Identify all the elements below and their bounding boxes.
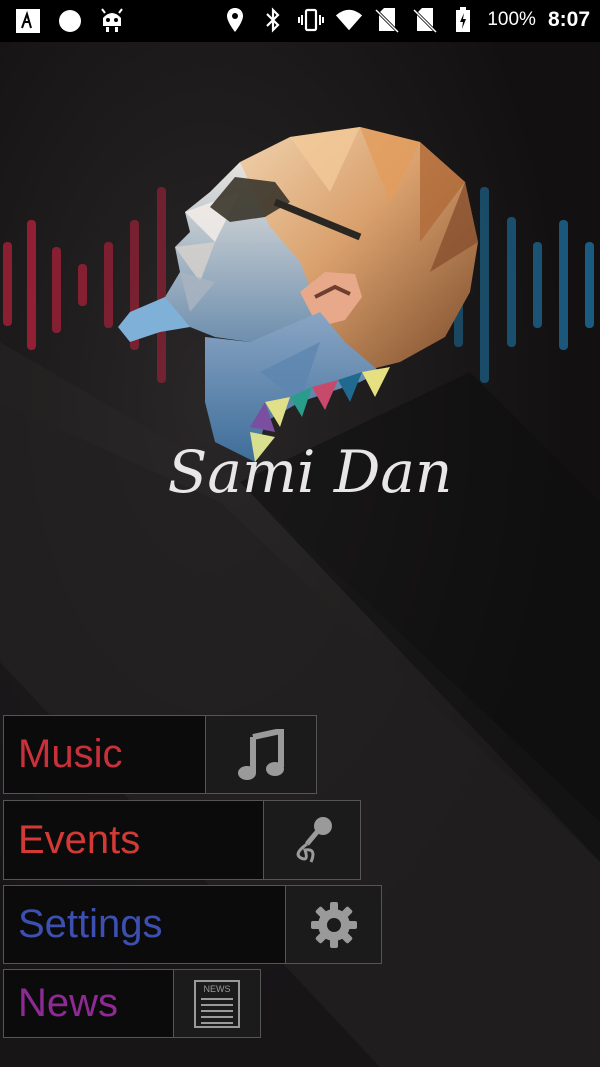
music-note-icon	[205, 715, 317, 794]
menu-item-label: News	[3, 969, 173, 1038]
menu-item-events[interactable]: Events	[3, 800, 361, 880]
gear-icon	[285, 885, 382, 964]
vibrate-icon	[297, 6, 325, 34]
menu-item-settings[interactable]: Settings	[3, 885, 382, 964]
menu-item-music[interactable]: Music	[3, 715, 317, 794]
newspaper-icon: NEWS	[173, 969, 261, 1038]
wifi-icon	[335, 6, 363, 34]
location-icon	[221, 6, 249, 34]
status-bar: 100% 8:07	[0, 0, 600, 42]
artist-portrait: Sami Dan	[3, 127, 594, 506]
menu-item-label: Settings	[3, 885, 285, 964]
android-bot-icon	[98, 7, 126, 35]
battery-charging-icon	[449, 6, 477, 34]
equalizer-right	[454, 187, 594, 383]
microphone-icon	[263, 800, 361, 880]
app-notification-icon	[14, 7, 42, 35]
menu-item-label: Music	[3, 715, 205, 794]
clock: 8:07	[547, 8, 590, 31]
newspaper-icon-text: NEWS	[204, 984, 231, 994]
bluetooth-icon	[259, 6, 287, 34]
low-poly-head	[118, 127, 478, 462]
battery-percentage: 100%	[487, 9, 536, 30]
no-sim-icon	[373, 6, 401, 34]
menu-item-label: Events	[3, 800, 263, 880]
circle-icon	[56, 7, 84, 35]
menu-item-news[interactable]: News NEWS	[3, 969, 261, 1038]
artist-signature: Sami Dan	[168, 438, 453, 506]
equalizer-left	[3, 187, 166, 383]
no-sim-icon-2	[411, 6, 439, 34]
